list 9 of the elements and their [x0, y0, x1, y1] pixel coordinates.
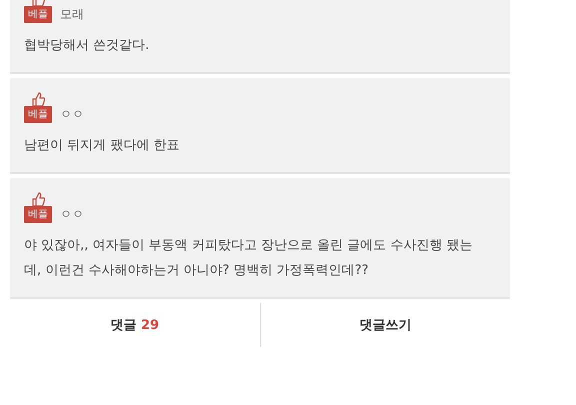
- best-badge: 베플: [24, 6, 52, 23]
- best-badge: 베플: [24, 106, 52, 123]
- best-badge: 베플: [24, 206, 52, 223]
- comment-text: 협박당해서 쓴것같다.: [24, 37, 150, 55]
- author-name: ㅇㅇ: [60, 106, 84, 123]
- comment-text: 야 있잖아,, 여자들이 부동액 커피탔다고 장난으로 올린 글에도 수사진행 됐는데, 이런건 수사해야하는거 아니야? 명백히 가정폭력인데??: [24, 237, 474, 280]
- author-name: 모래: [60, 6, 84, 23]
- author-name: ㅇㅇ: [60, 206, 84, 223]
- comment-text: 남편이 뒤지게 팼다에 한표: [24, 137, 180, 155]
